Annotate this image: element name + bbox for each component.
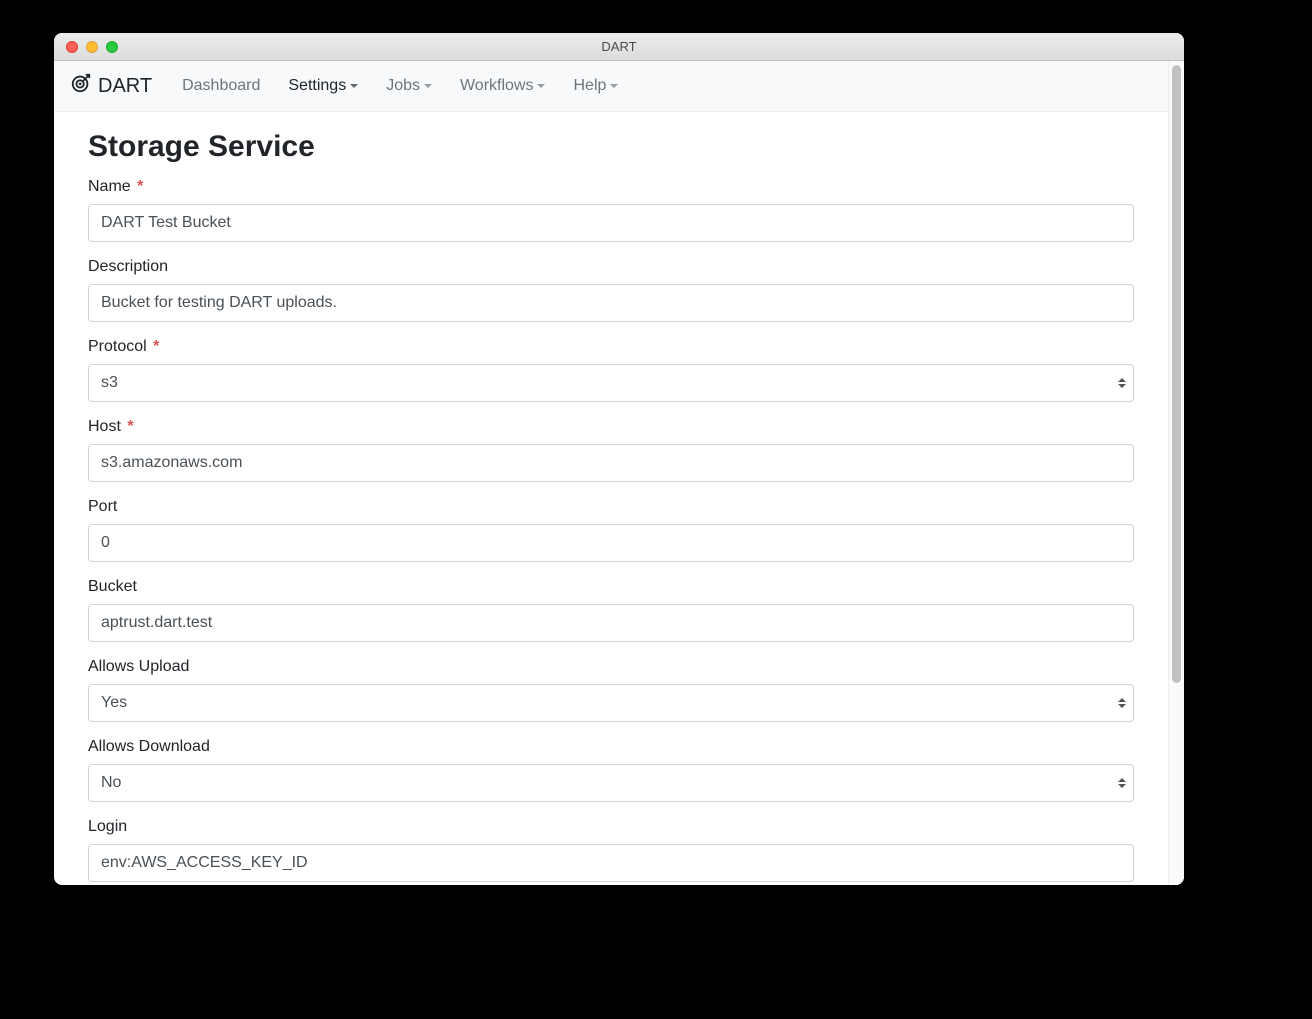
form-group-allows-upload: Allows Upload Yes (88, 658, 1134, 722)
allows-upload-select-value: Yes (101, 691, 127, 715)
main-navbar: DART Dashboard Settings Jobs Workflows (54, 61, 1168, 112)
required-marker: * (127, 418, 133, 435)
allows-upload-select[interactable]: Yes (88, 684, 1134, 722)
brand-text: DART (98, 75, 152, 98)
description-input[interactable] (88, 284, 1134, 322)
allows-upload-select-wrapper: Yes (88, 684, 1134, 722)
page-body: Storage Service Name * Description (54, 112, 1168, 885)
nav-help[interactable]: Help (563, 71, 628, 101)
content-scroll: DART Dashboard Settings Jobs Workflows (54, 61, 1168, 885)
allows-download-select[interactable]: No (88, 764, 1134, 802)
content-viewport: DART Dashboard Settings Jobs Workflows (54, 61, 1184, 885)
window-title: DART (54, 39, 1184, 54)
protocol-select-value: s3 (101, 371, 118, 395)
form-group-allows-download: Allows Download No (88, 738, 1134, 802)
name-label-text: Name (88, 178, 131, 195)
protocol-select[interactable]: s3 (88, 364, 1134, 402)
protocol-label: Protocol * (88, 338, 1134, 356)
form-group-description: Description (88, 258, 1134, 322)
form-group-protocol: Protocol * s3 (88, 338, 1134, 402)
nav-jobs-label: Jobs (386, 77, 420, 95)
nav-workflows-label: Workflows (460, 77, 534, 95)
bucket-label: Bucket (88, 578, 1134, 596)
protocol-label-text: Protocol (88, 338, 147, 355)
required-marker: * (153, 338, 159, 355)
allows-download-select-value: No (101, 771, 121, 795)
required-marker: * (137, 178, 143, 195)
scrollbar-thumb[interactable] (1172, 65, 1181, 683)
window-titlebar: DART (54, 33, 1184, 61)
maximize-window-button[interactable] (106, 41, 118, 53)
vertical-scrollbar[interactable] (1168, 61, 1184, 885)
host-input[interactable] (88, 444, 1134, 482)
host-label: Host * (88, 418, 1134, 436)
close-window-button[interactable] (66, 41, 78, 53)
app-window: DART DART (54, 33, 1184, 885)
chevron-down-icon (610, 84, 618, 88)
form-group-login: Login (88, 818, 1134, 882)
window-controls (66, 41, 118, 53)
host-label-text: Host (88, 418, 121, 435)
chevron-down-icon (537, 84, 545, 88)
chevron-down-icon (350, 84, 358, 88)
form-group-bucket: Bucket (88, 578, 1134, 642)
nav-workflows[interactable]: Workflows (450, 71, 556, 101)
login-label: Login (88, 818, 1134, 836)
description-label: Description (88, 258, 1134, 276)
bucket-input[interactable] (88, 604, 1134, 642)
brand[interactable]: DART (70, 72, 152, 100)
nav-settings-label: Settings (288, 77, 346, 95)
allows-download-label: Allows Download (88, 738, 1134, 756)
page-title: Storage Service (88, 130, 1134, 164)
name-input[interactable] (88, 204, 1134, 242)
nav-help-label: Help (573, 77, 606, 95)
chevron-down-icon (424, 84, 432, 88)
port-label: Port (88, 498, 1134, 516)
nav-settings[interactable]: Settings (278, 71, 368, 101)
nav-jobs[interactable]: Jobs (376, 71, 442, 101)
allows-download-select-wrapper: No (88, 764, 1134, 802)
target-icon (70, 72, 92, 100)
name-label: Name * (88, 178, 1134, 196)
nav-dashboard[interactable]: Dashboard (172, 71, 270, 101)
nav-dashboard-label: Dashboard (182, 77, 260, 95)
form-group-port: Port (88, 498, 1134, 562)
allows-upload-label: Allows Upload (88, 658, 1134, 676)
login-input[interactable] (88, 844, 1134, 882)
protocol-select-wrapper: s3 (88, 364, 1134, 402)
form-group-host: Host * (88, 418, 1134, 482)
form-group-name: Name * (88, 178, 1134, 242)
port-input[interactable] (88, 524, 1134, 562)
minimize-window-button[interactable] (86, 41, 98, 53)
